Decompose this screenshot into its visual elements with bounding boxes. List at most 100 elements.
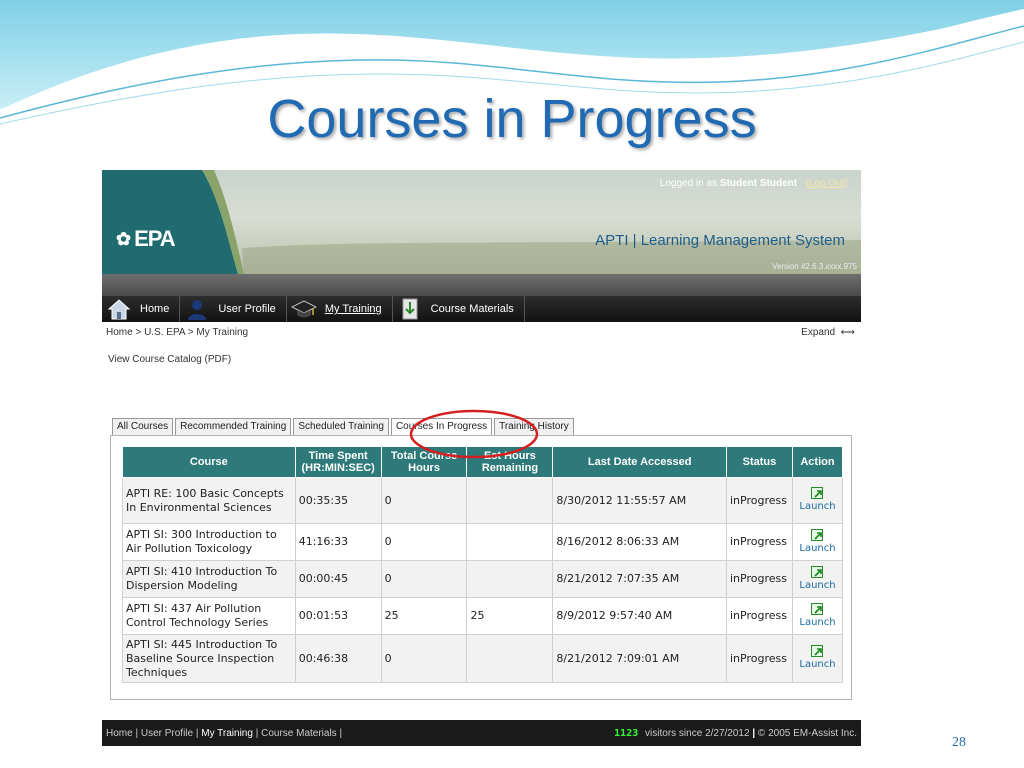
slide-number: 28 bbox=[952, 735, 966, 750]
last-accessed: 8/21/2012 7:09:01 AM bbox=[552, 634, 727, 683]
total-hours: 0 bbox=[380, 523, 468, 561]
breadcrumb[interactable]: Home > U.S. EPA > My Training bbox=[106, 327, 248, 338]
time-spent: 00:46:38 bbox=[294, 634, 382, 683]
est-hours bbox=[466, 560, 554, 598]
launch-arrow-icon bbox=[811, 565, 824, 578]
last-accessed: 8/16/2012 8:06:33 AM bbox=[552, 523, 727, 561]
launch-button[interactable]: Launch bbox=[796, 602, 839, 630]
login-prefix: Logged in as bbox=[659, 178, 718, 189]
launch-arrow-icon bbox=[811, 645, 824, 657]
launch-label: Launch bbox=[799, 579, 836, 591]
highlight-circle bbox=[409, 409, 539, 459]
est-hours bbox=[466, 523, 554, 561]
course-name: APTI SI: 445 Introduction To Baseline So… bbox=[122, 634, 296, 683]
app-banner: ✿ EPA Logged in as Student Student [Log … bbox=[102, 170, 861, 274]
last-accessed: 8/21/2012 7:07:35 AM bbox=[552, 560, 727, 598]
launch-button[interactable]: Launch bbox=[796, 528, 839, 556]
status: inProgress bbox=[725, 477, 793, 524]
footer-link-my-training[interactable]: My Training bbox=[201, 728, 253, 739]
launch-label: Launch bbox=[799, 616, 836, 628]
total-hours: 0 bbox=[380, 477, 468, 524]
slide-title: Courses in Progress bbox=[267, 89, 757, 149]
courses-panel: Course Time Spent (HR:MIN:SEC) Total Cou… bbox=[110, 435, 852, 700]
tab-all-courses[interactable]: All Courses bbox=[112, 418, 174, 435]
expand-arrows-icon: ⟷ bbox=[837, 327, 855, 338]
launch-button[interactable]: Launch bbox=[796, 645, 839, 672]
nav-my-training-label: My Training bbox=[324, 303, 382, 315]
nav-course-materials-label: Course Materials bbox=[430, 303, 514, 315]
col-last-accessed: Last Date Accessed bbox=[552, 446, 727, 478]
visitor-counter: 1123 visitors since 2/27/2012 | © 2005 E… bbox=[614, 727, 857, 739]
logout-link[interactable]: [Log Out] bbox=[806, 178, 847, 189]
tab-recommended-training[interactable]: Recommended Training bbox=[175, 418, 292, 435]
col-action: Action bbox=[791, 446, 844, 478]
course-name: APTI SI: 437 Air Pollution Control Techn… bbox=[122, 597, 296, 635]
house-icon bbox=[106, 298, 132, 320]
launch-button[interactable]: Launch bbox=[796, 487, 839, 514]
col-course: Course bbox=[122, 446, 296, 478]
app-footer: Home | User Profile | My Training | Cour… bbox=[102, 720, 861, 746]
total-hours: 0 bbox=[380, 634, 468, 683]
total-hours: 0 bbox=[380, 560, 468, 598]
nav-my-training[interactable]: My Training bbox=[287, 296, 393, 322]
launch-label: Launch bbox=[799, 501, 836, 512]
course-catalog-link[interactable]: View Course Catalog (PDF) bbox=[108, 354, 231, 365]
footer-link-home[interactable]: Home bbox=[106, 728, 133, 739]
course-name: APTI SI: 410 Introduction To Dispersion … bbox=[122, 560, 296, 598]
table-row: APTI SI: 445 Introduction To Baseline So… bbox=[122, 634, 844, 683]
download-icon bbox=[397, 298, 423, 320]
epa-flower-icon: ✿ bbox=[116, 228, 131, 249]
last-accessed: 8/9/2012 9:57:40 AM bbox=[552, 597, 727, 635]
course-name: APTI SI: 300 Introduction to Air Polluti… bbox=[122, 523, 296, 561]
expand-label: Expand bbox=[801, 327, 836, 338]
footer-links: Home | User Profile | My Training | Cour… bbox=[106, 727, 343, 739]
launch-arrow-icon bbox=[811, 528, 824, 541]
footer-link-user-profile[interactable]: User Profile bbox=[141, 728, 193, 739]
table-row: APTI SI: 300 Introduction to Air Polluti… bbox=[122, 523, 844, 561]
main-nav: Home User Profile My Training Course Mat… bbox=[102, 296, 861, 322]
user-name: Student Student bbox=[719, 178, 798, 189]
nav-user-profile-label: User Profile bbox=[218, 303, 276, 315]
tab-scheduled-training[interactable]: Scheduled Training bbox=[293, 418, 389, 435]
col-status: Status bbox=[725, 446, 793, 478]
course-name: APTI RE: 100 Basic Concepts In Environme… bbox=[122, 477, 296, 524]
login-status: Logged in as Student Student [Log Out] bbox=[660, 178, 847, 189]
status: inProgress bbox=[725, 523, 793, 561]
total-hours: 25 bbox=[380, 597, 468, 635]
visitors-text: visitors since bbox=[645, 727, 703, 739]
time-spent: 00:01:53 bbox=[294, 597, 382, 635]
banner-divider bbox=[102, 274, 861, 296]
nav-home[interactable]: Home bbox=[102, 296, 181, 322]
visitor-count: 1123 bbox=[614, 727, 639, 739]
table-row: APTI SI: 437 Air Pollution Control Techn… bbox=[122, 597, 844, 635]
status: inProgress bbox=[725, 560, 793, 598]
est-hours: 25 bbox=[466, 597, 554, 635]
nav-user-profile[interactable]: User Profile bbox=[180, 296, 287, 322]
table-row: APTI SI: 410 Introduction To Dispersion … bbox=[122, 560, 844, 598]
nav-course-materials[interactable]: Course Materials bbox=[393, 296, 525, 322]
nav-home-label: Home bbox=[140, 303, 170, 315]
col-time-spent: Time Spent (HR:MIN:SEC) bbox=[294, 446, 382, 478]
launch-button[interactable]: Launch bbox=[796, 565, 839, 593]
status: inProgress bbox=[725, 634, 793, 683]
launch-arrow-icon bbox=[811, 487, 824, 499]
courses-table: Course Time Spent (HR:MIN:SEC) Total Cou… bbox=[122, 446, 844, 683]
time-spent: 41:16:33 bbox=[294, 523, 382, 561]
expand-toggle[interactable]: Expand ⟷ bbox=[801, 327, 855, 338]
footer-link-course-materials[interactable]: Course Materials bbox=[261, 728, 337, 739]
system-title: APTI | Learning Management System bbox=[595, 232, 845, 249]
epa-logo-text: EPA bbox=[134, 226, 176, 251]
epa-logo[interactable]: ✿ EPA bbox=[116, 226, 176, 252]
version-label: Version #2.6.3.xxxx.975 bbox=[772, 262, 857, 271]
copyright: © 2005 EM-Assist Inc. bbox=[757, 727, 857, 739]
status: inProgress bbox=[725, 597, 793, 635]
time-spent: 00:00:45 bbox=[294, 560, 382, 598]
last-accessed: 8/30/2012 11:55:57 AM bbox=[552, 477, 727, 524]
launch-label: Launch bbox=[799, 542, 836, 554]
est-hours bbox=[466, 634, 554, 683]
time-spent: 00:35:35 bbox=[294, 477, 382, 524]
graduation-cap-icon bbox=[290, 298, 317, 320]
launch-label: Launch bbox=[799, 659, 836, 670]
table-row: APTI RE: 100 Basic Concepts In Environme… bbox=[122, 477, 844, 524]
person-icon bbox=[184, 298, 210, 320]
